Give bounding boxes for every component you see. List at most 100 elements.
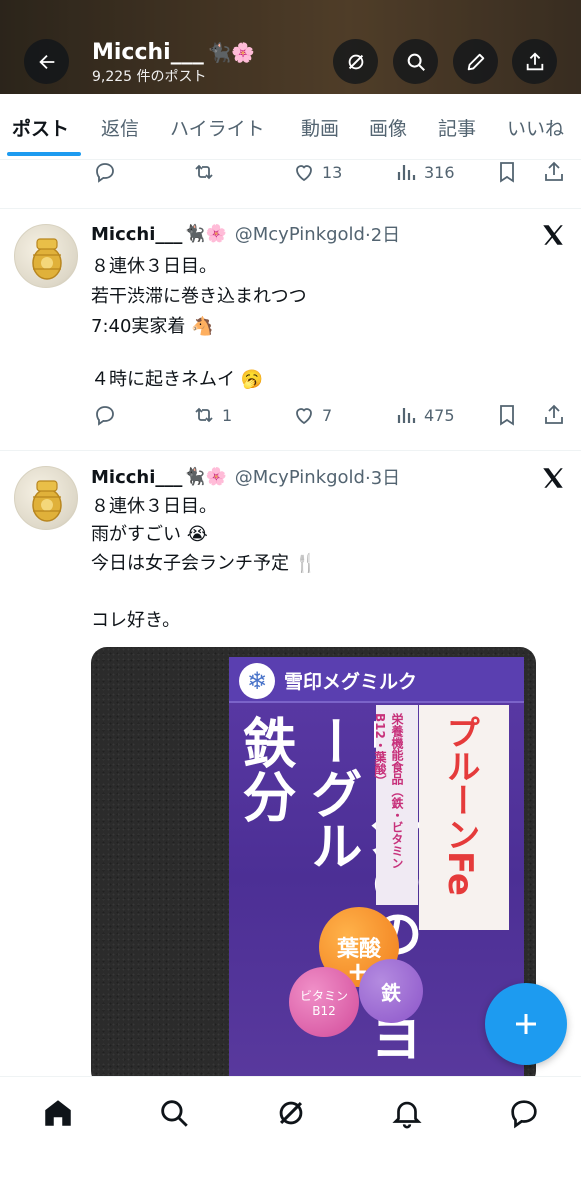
reply-icon (96, 406, 114, 426)
share-action[interactable] (542, 160, 566, 184)
post-count: 9,225 件のポスト (92, 69, 207, 85)
bookmark-icon (500, 405, 514, 426)
author-emojis: 🐈‍⬛🌸 (184, 467, 227, 487)
tweet-time[interactable]: ·2日 (365, 221, 400, 247)
edit-button[interactable] (453, 39, 498, 84)
home-icon (45, 1100, 71, 1126)
repost-count: 1 (222, 405, 233, 425)
tab-posts[interactable]: ポスト (12, 94, 69, 160)
avatar[interactable] (14, 466, 78, 530)
author-name[interactable]: Micchi___ (91, 467, 182, 488)
heart-icon (296, 165, 312, 182)
grok-icon (279, 1101, 303, 1125)
x-logo-icon[interactable] (540, 465, 566, 491)
tweet-text-line: 7:40実家着 🐴 (91, 316, 214, 337)
share-icon (545, 404, 563, 424)
views-count: 475 (424, 405, 455, 425)
back-button[interactable] (24, 39, 69, 84)
nav-home[interactable] (41, 1096, 75, 1130)
avatar[interactable] (14, 224, 78, 288)
trumpet-avatar-icon (32, 480, 62, 522)
like-count: 7 (322, 405, 333, 425)
x-logo-icon[interactable] (540, 222, 566, 248)
author-emojis: 🐈‍⬛🌸 (184, 224, 227, 244)
tweet-divider (0, 450, 581, 451)
bottom-navigation (0, 1076, 581, 1200)
tweet-text-line: 若干渋滞に巻き込まれつつ (91, 286, 307, 307)
bell-icon (392, 1101, 422, 1129)
tab-videos[interactable]: 動画 (301, 94, 339, 160)
tweet-time[interactable]: ·3日 (365, 464, 400, 490)
tweet-header: Micchi___ 🐈‍⬛🌸 @McyPinkgold ·2日 (91, 221, 400, 247)
views-action[interactable]: 316 (394, 160, 455, 184)
nav-grok[interactable] (274, 1096, 308, 1130)
tweet-image[interactable]: ❄ 雪印メグミルク 鉄分 1日分ののむヨーグル 栄養機能食品（鉄・ビタミンB12… (91, 647, 536, 1087)
reply-icon (96, 163, 114, 183)
repost-action[interactable]: 1 (192, 403, 232, 427)
tab-images[interactable]: 画像 (369, 94, 407, 160)
tweet-text-line: コレ好き。 (91, 610, 181, 631)
tweet-text-line: ８連休３日目。 (91, 496, 217, 517)
package-side-text: 栄養機能食品（鉄・ビタミンB12・葉酸） (373, 705, 418, 905)
package-top-band: ❄ 雪印メグミルク (229, 657, 524, 703)
profile-tabs: ポスト 返信 ハイライト 動画 画像 記事 いいね (0, 94, 581, 160)
snowflake-logo-icon: ❄ (239, 663, 275, 699)
package-prune-text: プルーンFe (419, 705, 509, 930)
messages-icon (511, 1100, 537, 1129)
tweet-header: Micchi___ 🐈‍⬛🌸 @McyPinkgold ·3日 (91, 464, 400, 490)
like-count: 13 (322, 162, 343, 182)
grok-icon (348, 54, 363, 69)
like-action[interactable]: 13 (292, 160, 342, 184)
share-action[interactable] (542, 403, 566, 427)
nav-notifications[interactable] (390, 1096, 424, 1130)
search-button[interactable] (393, 39, 438, 84)
banner-overlay (0, 0, 581, 94)
tweet-text-line: 今日は女子会ランチ予定 🍴 (91, 553, 318, 574)
share-icon (545, 161, 563, 181)
share-button[interactable] (512, 39, 557, 84)
bookmark-icon (500, 162, 514, 183)
author-handle[interactable]: @McyPinkgold (235, 467, 365, 488)
tab-articles[interactable]: 記事 (438, 94, 476, 160)
views-icon (397, 165, 416, 180)
pencil-icon (467, 53, 484, 70)
bookmark-action[interactable] (495, 403, 519, 427)
reply-action[interactable] (93, 160, 117, 184)
views-action[interactable]: 475 (394, 403, 455, 427)
nav-messages[interactable] (507, 1096, 541, 1130)
tab-likes[interactable]: いいね (507, 94, 564, 160)
tweet-divider (0, 208, 581, 209)
tweet-text-line: ８連休３日目。 (91, 256, 217, 277)
plus-icon (516, 1014, 536, 1034)
tab-replies[interactable]: 返信 (101, 94, 139, 160)
header-display-name: Micchi___ 🐈‍⬛🌸 (92, 40, 256, 65)
repost-icon (195, 407, 213, 423)
author-handle[interactable]: @McyPinkgold (235, 224, 365, 245)
reply-action[interactable] (93, 403, 117, 427)
brand-text: 雪印メグミルク (284, 671, 418, 693)
heart-icon (296, 408, 312, 425)
share-icon (526, 51, 543, 70)
like-action[interactable]: 7 (292, 403, 332, 427)
iron-badge: 鉄 (359, 959, 423, 1023)
author-name[interactable]: Micchi___ (91, 224, 182, 245)
views-icon (397, 408, 416, 423)
bookmark-action[interactable] (495, 160, 519, 184)
grok-button[interactable] (333, 39, 378, 84)
views-count: 316 (424, 162, 455, 182)
yogurt-package: ❄ 雪印メグミルク 鉄分 1日分ののむヨーグル 栄養機能食品（鉄・ビタミンB12… (229, 657, 524, 1087)
profile-header-banner: Micchi___ 🐈‍⬛🌸 9,225 件のポスト (0, 0, 581, 94)
package-big-text: 鉄分 (233, 715, 296, 823)
search-icon (161, 1100, 188, 1127)
tab-highlights[interactable]: ハイライト (170, 94, 265, 160)
repost-action[interactable] (192, 160, 216, 184)
nav-search[interactable] (157, 1096, 191, 1130)
tweet-text-line: ４時に起きネムイ 🥱 (91, 369, 264, 390)
active-tab-indicator (7, 152, 81, 156)
tweet-text-line: 雨がすごい 😭 (91, 524, 208, 545)
trumpet-avatar-icon (32, 238, 62, 280)
compose-fab-button[interactable] (485, 983, 567, 1065)
search-icon (407, 53, 425, 71)
back-arrow-icon (38, 54, 54, 69)
repost-icon (195, 164, 213, 180)
